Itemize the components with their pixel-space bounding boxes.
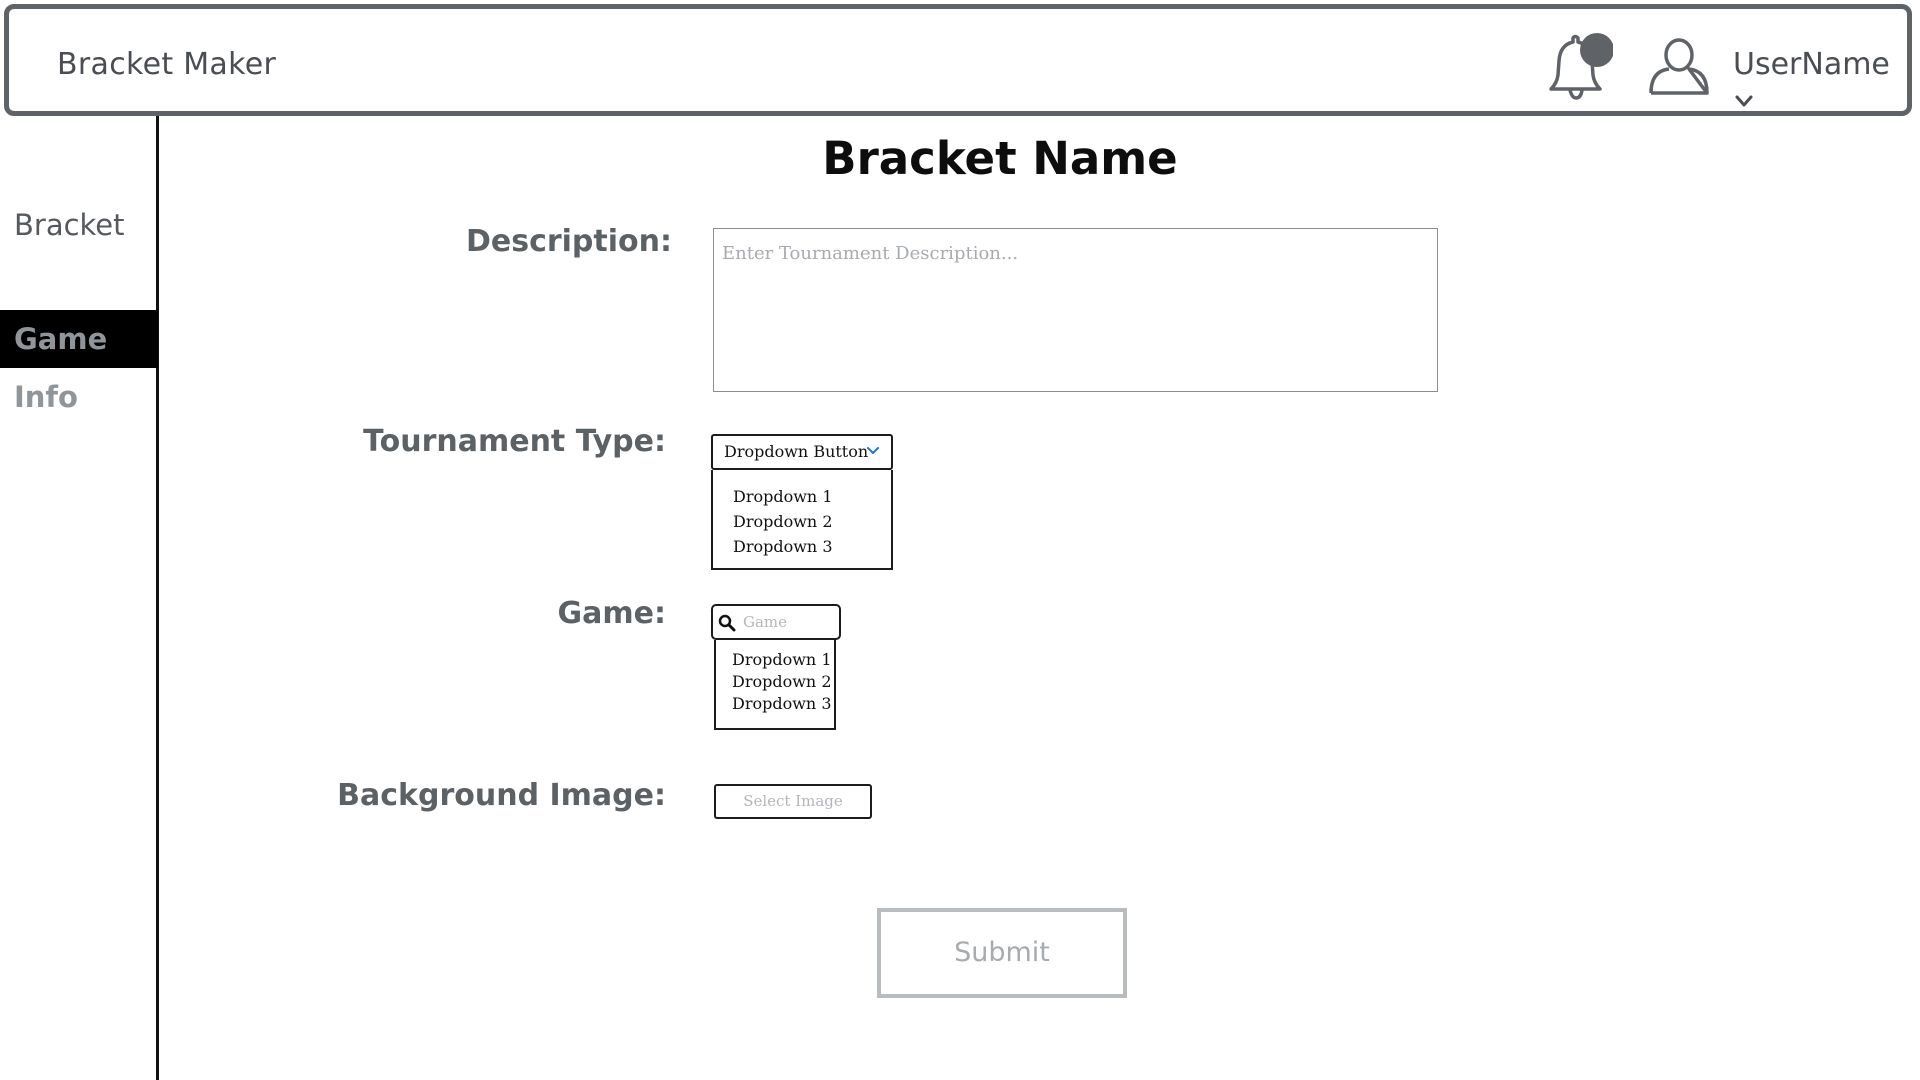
top-bar: Bracket Maker UserName <box>4 4 1912 116</box>
description-label: Description: <box>465 224 672 259</box>
dropdown-option[interactable]: Dropdown 2 <box>716 671 834 693</box>
tournament-type-dropdown[interactable]: Dropdown Button <box>711 434 893 470</box>
sidebar-divider <box>156 116 159 1080</box>
chevron-down-icon <box>1735 95 1753 106</box>
dropdown-option[interactable]: Dropdown 2 <box>713 509 891 534</box>
description-field[interactable] <box>713 228 1438 392</box>
user-menu[interactable]: UserName <box>1733 47 1907 117</box>
username-label: UserName <box>1733 47 1890 82</box>
page-title: Bracket Name <box>822 132 1178 185</box>
app-window: Bracket Maker UserName Bracket Game Info… <box>0 0 1920 1080</box>
dropdown-option[interactable]: Dropdown 3 <box>713 534 891 559</box>
tournament-type-label: Tournament Type: <box>363 424 666 459</box>
game-search-box <box>711 604 841 640</box>
select-image-button[interactable]: Select Image <box>714 784 872 819</box>
background-image-label: Background Image: <box>337 778 666 813</box>
search-icon <box>718 614 736 632</box>
bell-icon[interactable] <box>1543 31 1613 101</box>
tournament-type-options: Dropdown 1 Dropdown 2 Dropdown 3 <box>711 470 893 570</box>
submit-button[interactable]: Submit <box>877 908 1127 998</box>
game-label: Game: <box>557 596 666 631</box>
user-icon[interactable] <box>1647 35 1711 95</box>
dropdown-button-label: Dropdown Button <box>724 442 869 461</box>
sidebar-item-game-info[interactable]: Game Info <box>0 310 158 414</box>
dropdown-option[interactable]: Dropdown 3 <box>716 693 834 715</box>
dropdown-option[interactable]: Dropdown 1 <box>713 484 891 509</box>
dropdown-option[interactable]: Dropdown 1 <box>716 649 834 671</box>
sidebar-item-label: Game Info <box>14 322 108 414</box>
sidebar-item-label: Bracket <box>14 208 125 242</box>
sidebar-item-bracket[interactable]: Bracket <box>0 196 158 254</box>
game-search-input[interactable] <box>743 610 835 634</box>
chevron-down-icon <box>867 447 879 454</box>
app-title: Bracket Maker <box>57 47 277 82</box>
game-options: Dropdown 1 Dropdown 2 Dropdown 3 <box>714 640 836 730</box>
